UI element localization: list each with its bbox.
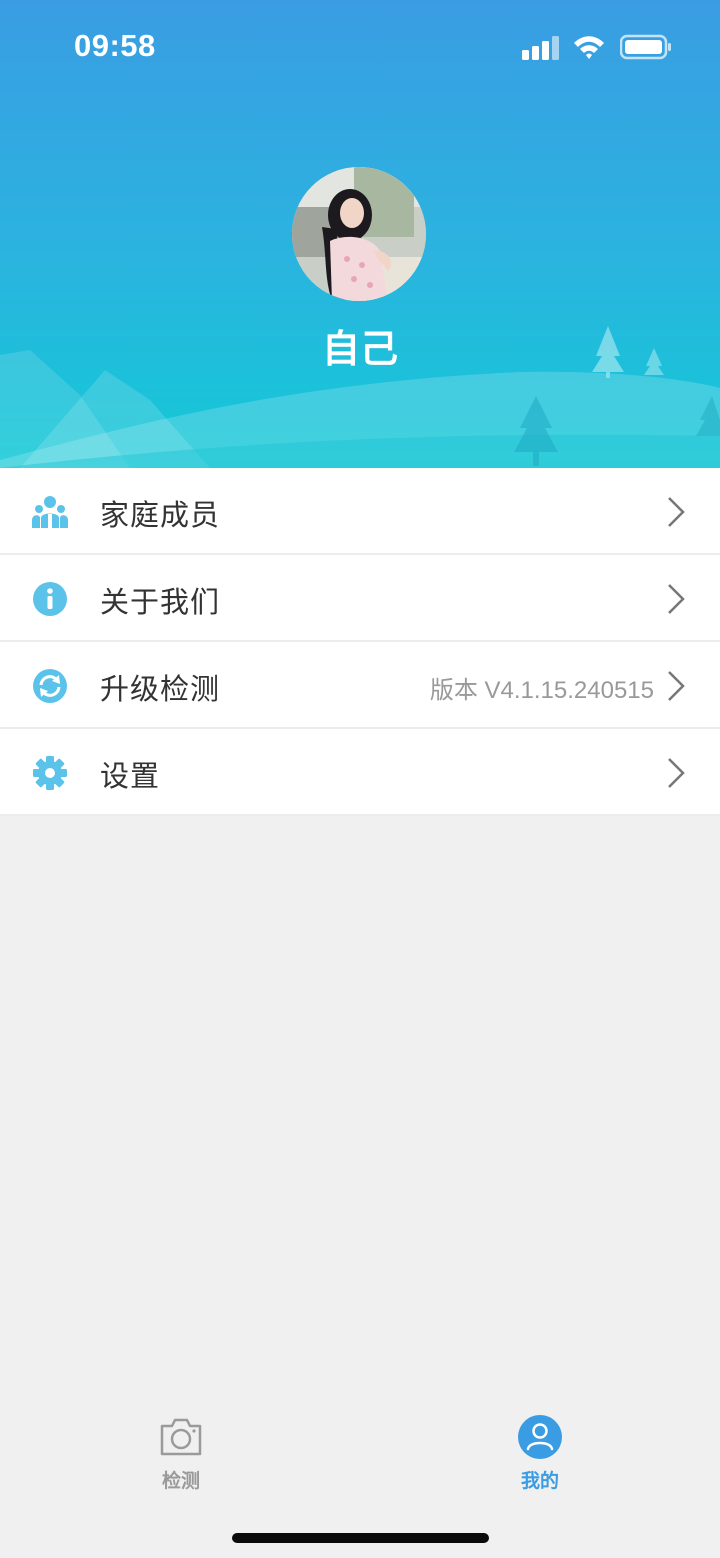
- home-indicator: [232, 1533, 489, 1543]
- refresh-icon: [33, 669, 67, 703]
- tab-label: 检测: [161, 1470, 200, 1492]
- profile-name: 自己: [321, 327, 398, 371]
- profile-header: 09:58 自己: [0, 0, 720, 468]
- menu-item-label: 关于我们: [100, 585, 221, 619]
- wifi-icon: [574, 36, 604, 59]
- gear-icon: [33, 756, 67, 790]
- menu-item-label: 设置: [100, 759, 161, 793]
- settings-menu: 家庭成员 关于我们 升级检测 版本 V4.1.15.240515 设置: [0, 468, 720, 816]
- chevron-right-icon: [668, 584, 685, 614]
- family-icon: [32, 496, 68, 528]
- tab-detect[interactable]: 检测: [121, 1410, 241, 1500]
- avatar-photo: [292, 167, 426, 301]
- status-time: 09:58: [74, 28, 156, 63]
- chevron-right-icon: [668, 758, 685, 788]
- chevron-right-icon: [668, 497, 685, 527]
- menu-item-update-check[interactable]: 升级检测 版本 V4.1.15.240515: [0, 642, 720, 729]
- signal-icon: [522, 36, 559, 60]
- menu-item-label: 家庭成员: [100, 498, 221, 532]
- chevron-right-icon: [668, 671, 685, 701]
- version-text: 版本 V4.1.15.240515: [429, 677, 654, 704]
- status-bar: 09:58: [0, 0, 720, 96]
- menu-item-label: 升级检测: [100, 672, 221, 706]
- battery-icon: [620, 34, 671, 60]
- tab-label: 我的: [520, 1470, 559, 1492]
- menu-item-settings[interactable]: 设置: [0, 729, 720, 816]
- profile-icon: [518, 1415, 562, 1459]
- info-icon: [33, 582, 67, 616]
- menu-item-about-us[interactable]: 关于我们: [0, 555, 720, 642]
- tab-mine[interactable]: 我的: [480, 1410, 600, 1500]
- camera-icon: [160, 1418, 202, 1456]
- menu-item-family-members[interactable]: 家庭成员: [0, 468, 720, 555]
- avatar[interactable]: [292, 167, 426, 301]
